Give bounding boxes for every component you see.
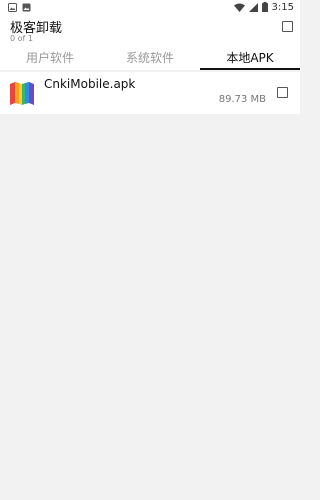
- cell-signal-icon: [248, 2, 258, 12]
- wifi-icon: [233, 3, 245, 12]
- status-right: 3:15: [233, 1, 294, 13]
- image-notification-icon: [8, 2, 17, 12]
- select-all-checkbox[interactable]: [282, 21, 293, 32]
- tab-bar: 用户软件 系统软件 本地APK: [0, 44, 300, 70]
- apk-select-checkbox[interactable]: [277, 87, 288, 98]
- selection-count: 0 of 1: [10, 34, 33, 43]
- gallery-notification-icon: [22, 3, 31, 12]
- apk-file-size: 89.73 MB: [218, 94, 266, 105]
- status-left: [8, 2, 31, 12]
- status-bar: 3:15: [0, 0, 300, 14]
- tab-local-apk[interactable]: 本地APK: [200, 44, 300, 70]
- tab-user-apps[interactable]: 用户软件: [0, 44, 100, 70]
- list-item[interactable]: CnkiMobile.apk 89.73 MB: [0, 72, 300, 114]
- book-app-icon: [8, 80, 36, 106]
- battery-icon: [261, 2, 268, 12]
- apk-file-name: CnkiMobile.apk: [44, 77, 136, 91]
- tab-system-apps[interactable]: 系统软件: [100, 44, 200, 70]
- clock: 3:15: [271, 1, 294, 13]
- app-bar: 极客卸载 0 of 1: [0, 14, 300, 44]
